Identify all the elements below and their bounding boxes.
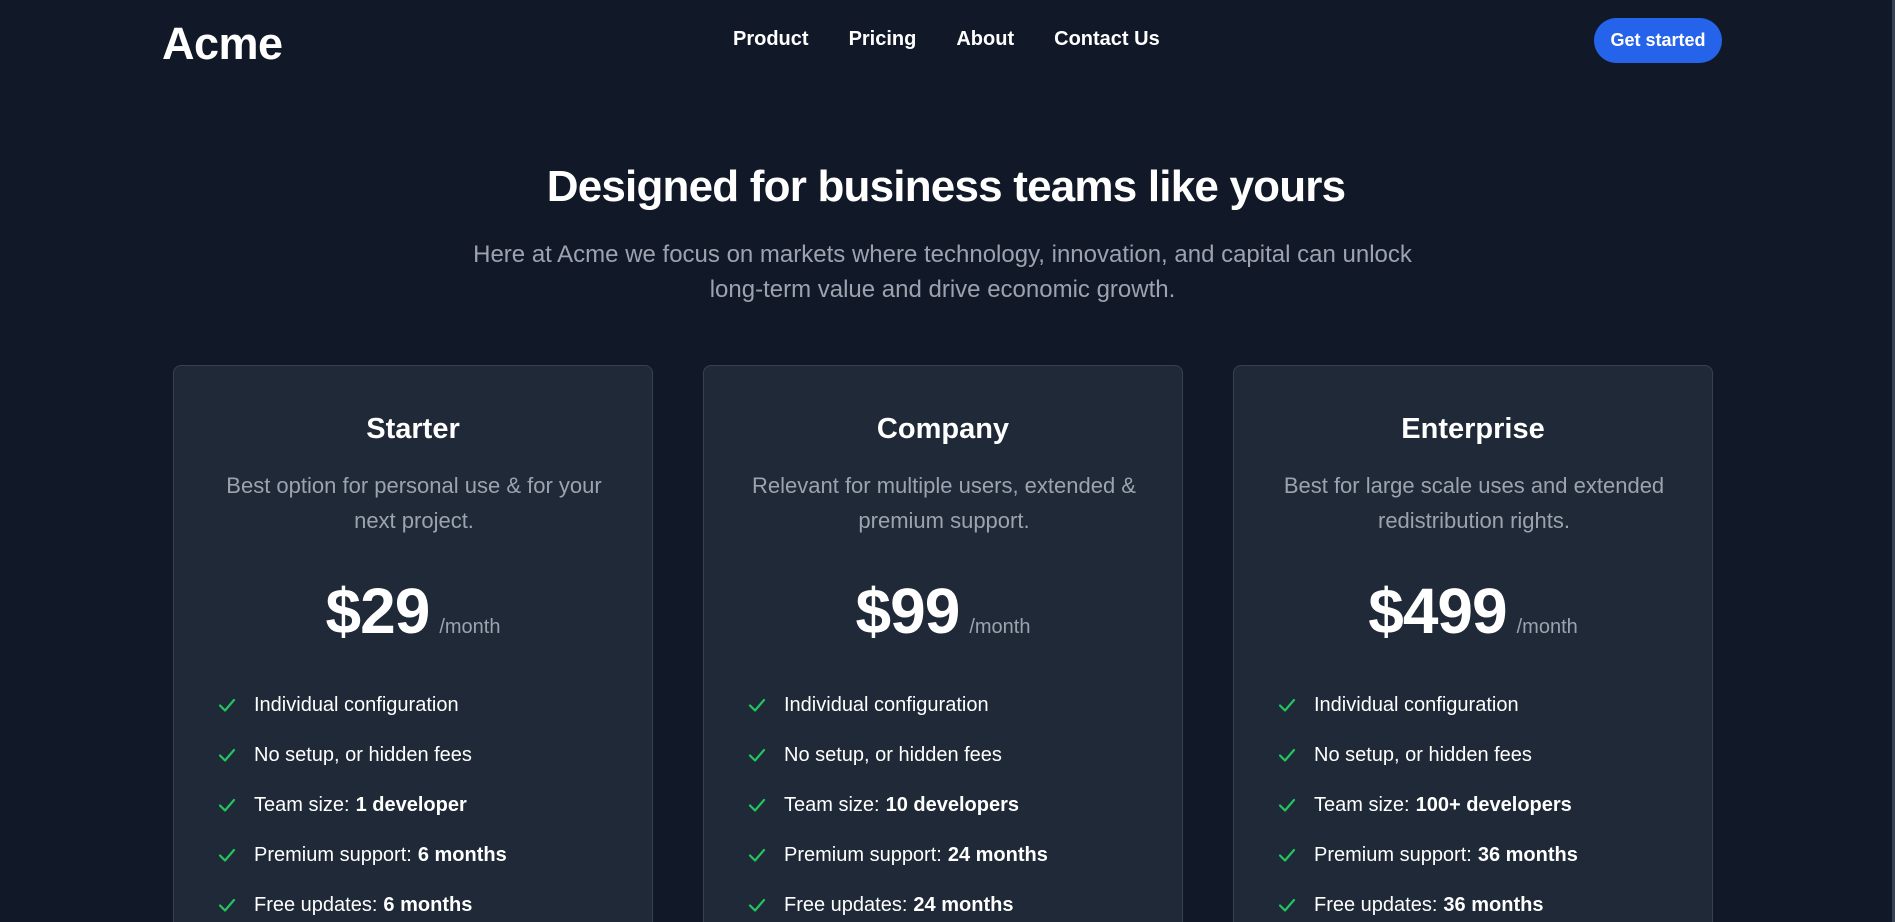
feature-label: Team size: [1314, 793, 1410, 816]
feature-label: Free updates: [784, 893, 908, 916]
plan-price: $29 [325, 575, 431, 647]
plan-price: $499 [1368, 575, 1507, 647]
feature-item: Individual configuration [747, 680, 1048, 730]
plan-description: Best for large scale uses and extended r… [1274, 468, 1674, 538]
feature-item: Team size: 100+ developers [1277, 780, 1578, 830]
plan-description: Best option for personal use & for your … [214, 468, 614, 538]
plan-name: Company [876, 413, 1010, 445]
feature-label: Premium support: [254, 843, 412, 866]
plan-description-line2: premium support. [858, 508, 1030, 533]
price-period: /month [439, 616, 501, 638]
plan-description: Relevant for multiple users, extended & … [744, 468, 1144, 538]
price-row: $499 /month [1234, 574, 1712, 648]
feature-value: 36 months [1477, 843, 1578, 866]
check-icon [748, 798, 766, 812]
nav-link-contact[interactable]: Contact Us [1054, 28, 1160, 51]
price-period: /month [1516, 616, 1578, 638]
feature-value: 24 months [947, 843, 1048, 866]
feature-item: Free updates: 6 months [217, 880, 507, 922]
plan-card-company: Company Relevant for multiple users, ext… [703, 365, 1183, 922]
plan-description-line1: Best option for personal use & for your [226, 473, 602, 498]
plan-price: $99 [855, 575, 961, 647]
plan-card-enterprise: Enterprise Best for large scale uses and… [1233, 365, 1713, 922]
logo[interactable]: Acme [162, 18, 283, 70]
check-icon [748, 898, 766, 912]
check-icon [218, 848, 236, 862]
feature-item: Premium support: 24 months [747, 830, 1048, 880]
hero-title: Designed for business teams like yours [546, 162, 1346, 211]
nav-link-about[interactable]: About [956, 28, 1014, 51]
plan-card-starter: Starter Best option for personal use & f… [173, 365, 653, 922]
feature-item: Individual configuration [1277, 680, 1578, 730]
plan-name: Enterprise [1401, 413, 1545, 445]
feature-item: Individual configuration [217, 680, 507, 730]
plan-name: Starter [366, 413, 460, 445]
feature-list: Individual configuration No setup, or hi… [1277, 680, 1578, 922]
plan-description-line2: redistribution rights. [1378, 508, 1570, 533]
check-icon [748, 848, 766, 862]
nav-links: Product Pricing About Contact Us [733, 28, 1160, 51]
check-icon [218, 698, 236, 712]
feature-item: Premium support: 36 months [1277, 830, 1578, 880]
feature-value: 100+ developers [1415, 793, 1572, 816]
feature-value: 6 months [383, 893, 473, 916]
check-icon [1278, 848, 1296, 862]
feature-item: No setup, or hidden fees [747, 730, 1048, 780]
feature-label: Free updates: [254, 893, 378, 916]
feature-label: Team size: [254, 793, 350, 816]
feature-list: Individual configuration No setup, or hi… [747, 680, 1048, 922]
feature-value: 36 months [1443, 893, 1544, 916]
plan-description-line1: Relevant for multiple users, extended & [752, 473, 1136, 498]
check-icon [748, 698, 766, 712]
hero-subtitle-line2: long-term value and drive economic growt… [709, 276, 1176, 303]
check-icon [1278, 898, 1296, 912]
check-icon [218, 798, 236, 812]
feature-label: Premium support: [784, 843, 942, 866]
check-icon [218, 898, 236, 912]
feature-label: Individual configuration [254, 693, 459, 716]
hero-subtitle: Here at Acme we focus on markets where t… [470, 237, 1415, 307]
feature-value: 10 developers [885, 793, 1020, 816]
feature-item: Free updates: 24 months [747, 880, 1048, 922]
check-icon [748, 748, 766, 762]
feature-value: 1 developer [355, 793, 467, 816]
feature-label: No setup, or hidden fees [1314, 743, 1532, 766]
page: Acme Product Pricing About Contact Us Ge… [0, 0, 1895, 922]
nav-link-pricing[interactable]: Pricing [849, 28, 917, 51]
top-navigation: Acme Product Pricing About Contact Us Ge… [0, 0, 1892, 84]
feature-item: Team size: 1 developer [217, 780, 507, 830]
feature-label: Team size: [784, 793, 880, 816]
price-period: /month [969, 616, 1031, 638]
check-icon [1278, 748, 1296, 762]
feature-label: Free updates: [1314, 893, 1438, 916]
feature-value: 24 months [913, 893, 1014, 916]
get-started-button[interactable]: Get started [1594, 18, 1722, 63]
hero-subtitle-line1: Here at Acme we focus on markets where t… [473, 241, 1412, 268]
feature-label: Premium support: [1314, 843, 1472, 866]
plan-description-line2: next project. [354, 508, 474, 533]
feature-item: Free updates: 36 months [1277, 880, 1578, 922]
check-icon [1278, 698, 1296, 712]
feature-label: Individual configuration [1314, 693, 1519, 716]
feature-item: No setup, or hidden fees [1277, 730, 1578, 780]
nav-link-product[interactable]: Product [733, 28, 809, 51]
plan-description-line1: Best for large scale uses and extended [1283, 473, 1665, 498]
check-icon [1278, 798, 1296, 812]
check-icon [218, 748, 236, 762]
feature-item: No setup, or hidden fees [217, 730, 507, 780]
feature-value: 6 months [417, 843, 507, 866]
price-row: $99 /month [704, 574, 1182, 648]
feature-label: No setup, or hidden fees [784, 743, 1002, 766]
feature-list: Individual configuration No setup, or hi… [217, 680, 507, 922]
price-row: $29 /month [174, 574, 652, 648]
feature-item: Premium support: 6 months [217, 830, 507, 880]
feature-item: Team size: 10 developers [747, 780, 1048, 830]
feature-label: Individual configuration [784, 693, 989, 716]
feature-label: No setup, or hidden fees [254, 743, 472, 766]
